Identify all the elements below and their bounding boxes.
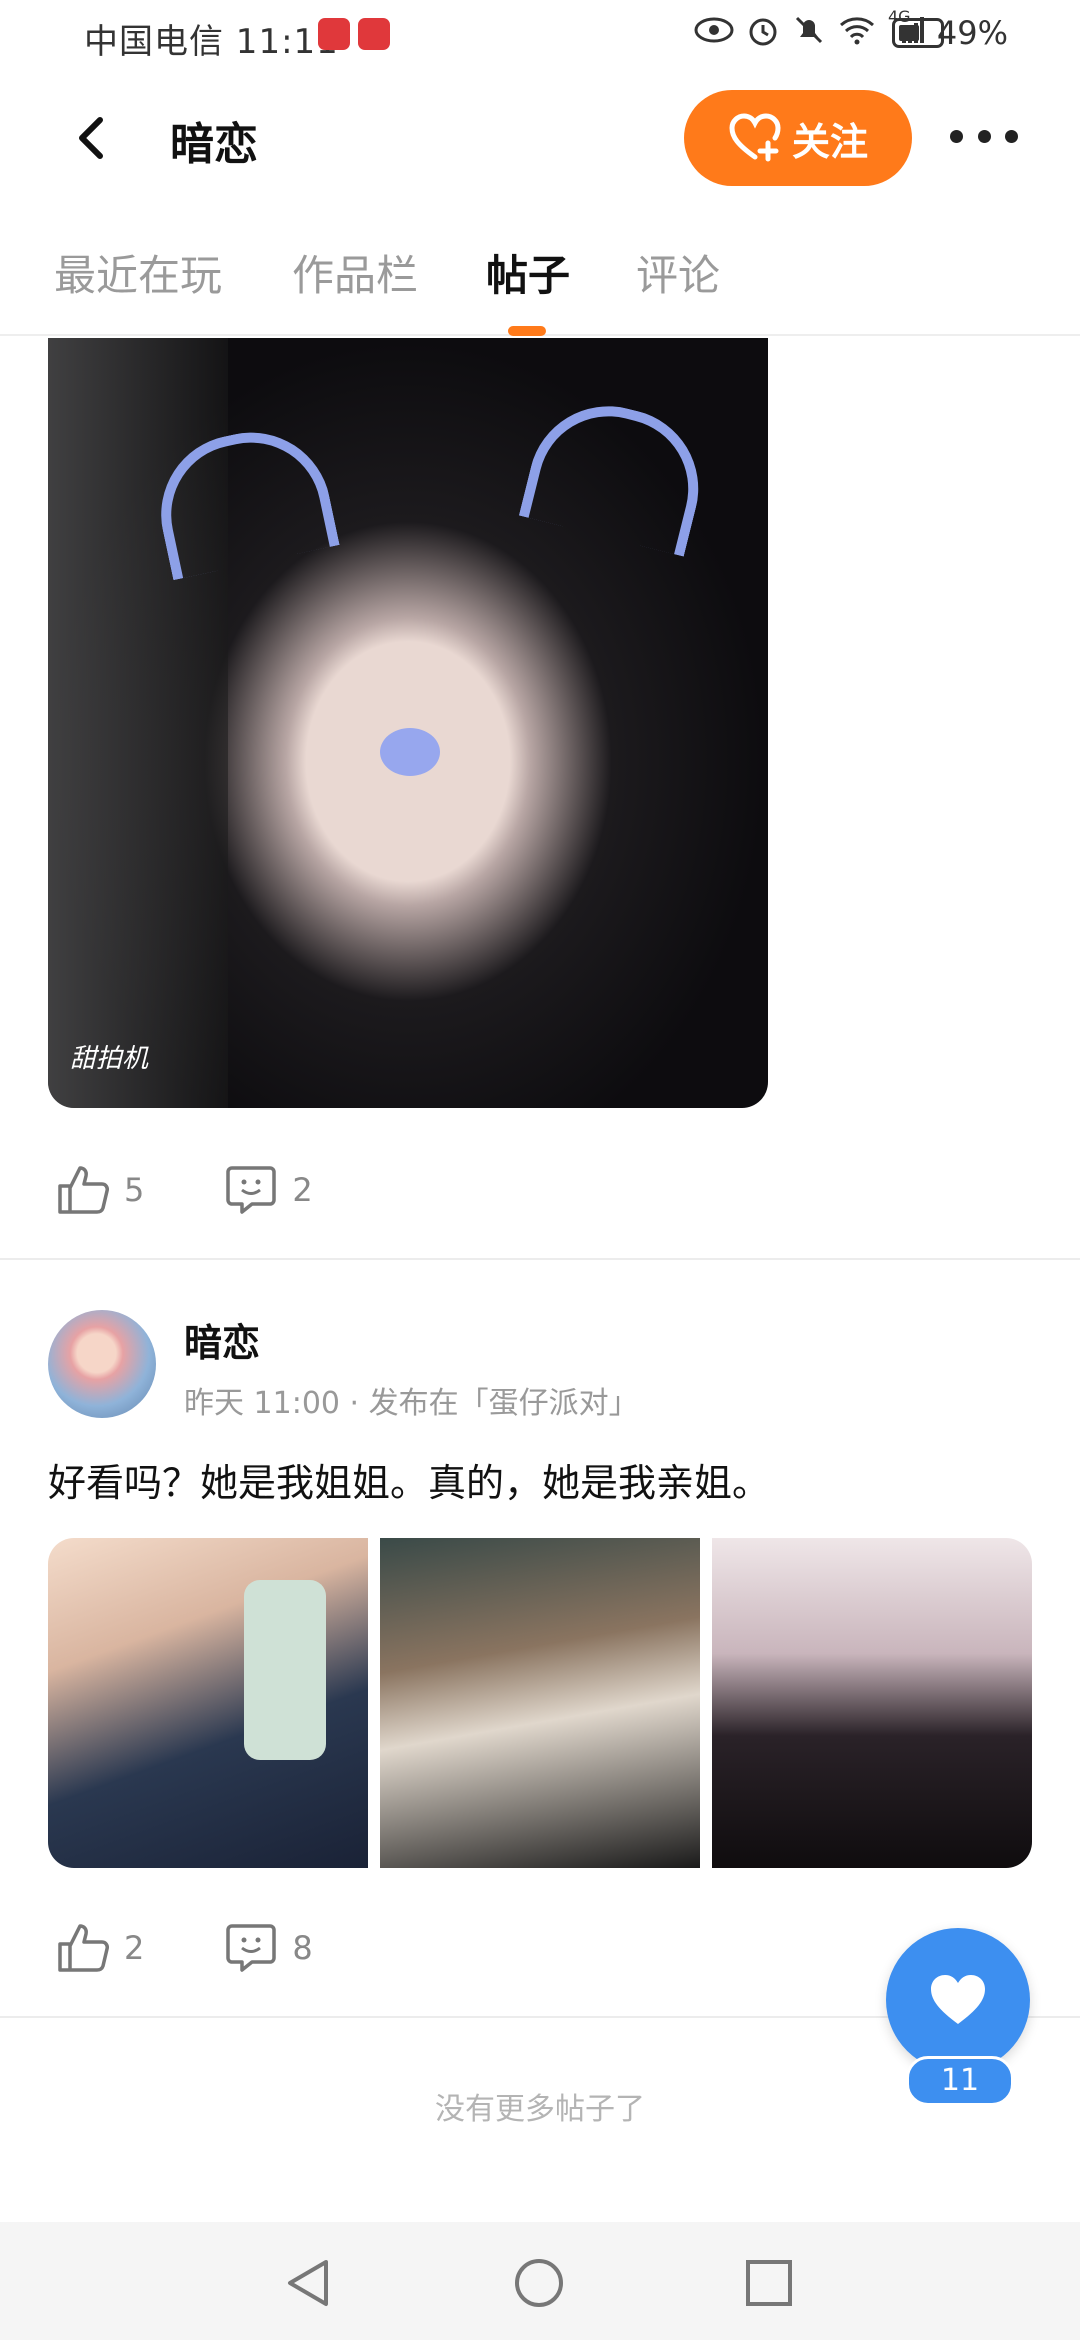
mute-icon xyxy=(792,13,826,55)
comment-icon xyxy=(226,1924,277,1972)
tab-posts[interactable]: 帖子 xyxy=(486,242,570,303)
divider xyxy=(0,1258,1080,1260)
floating-like-button[interactable] xyxy=(886,1928,1030,2072)
comment-count: 2 xyxy=(292,1171,313,1209)
like-button[interactable]: 2 xyxy=(56,1922,144,1974)
page-title: 暗恋 xyxy=(170,119,258,170)
cat-ear-sticker xyxy=(518,389,716,557)
avatar[interactable] xyxy=(48,1310,156,1418)
comment-icon xyxy=(226,1166,277,1214)
dot xyxy=(950,129,963,143)
status-bar: 中国电信 11:11 4G 49% xyxy=(0,0,1080,78)
post-image[interactable] xyxy=(48,1538,368,1868)
header: 暗恋 关注 xyxy=(0,78,1080,198)
like-count: 2 xyxy=(124,1929,145,1967)
post-image[interactable]: 甜拍机 xyxy=(48,338,768,1108)
system-nav-bar xyxy=(0,2222,1080,2340)
heart-icon xyxy=(931,1975,985,2024)
alarm-icon xyxy=(746,13,780,55)
tab-works[interactable]: 作品栏 xyxy=(292,242,418,303)
tab-bar: 最近在玩 作品栏 帖子 评论 xyxy=(0,198,1080,336)
nav-back-icon xyxy=(288,2260,328,2306)
battery-percent: 49% xyxy=(936,14,1008,52)
wifi-icon xyxy=(838,15,876,53)
notification-icon xyxy=(318,18,350,50)
author-name[interactable]: 暗恋 xyxy=(184,1312,260,1367)
tab-recent[interactable]: 最近在玩 xyxy=(54,242,222,303)
tab-comments[interactable]: 评论 xyxy=(636,242,720,303)
post1-actions: 5 2 xyxy=(56,1160,313,1220)
nav-back-button[interactable] xyxy=(282,2256,336,2310)
heart-plus-icon xyxy=(729,113,781,162)
like-button[interactable]: 5 xyxy=(56,1164,144,1216)
back-icon xyxy=(79,117,103,159)
follow-button[interactable]: 关注 xyxy=(684,90,912,186)
post-meta: 昨天 11:00 · 发布在「蛋仔派对」 xyxy=(184,1386,639,1421)
post-image[interactable] xyxy=(380,1538,700,1868)
cat-nose-sticker xyxy=(380,728,440,776)
floating-like-count: 11 xyxy=(906,2056,1014,2106)
dot xyxy=(977,129,991,143)
more-button[interactable] xyxy=(950,114,1018,158)
dot xyxy=(1005,129,1018,143)
carrier-time: 中国电信 11:11 xyxy=(84,22,339,62)
follow-label: 关注 xyxy=(791,119,868,164)
nav-home-button[interactable] xyxy=(512,2256,566,2310)
comment-count: 8 xyxy=(292,1929,313,1967)
post-text[interactable]: 好看吗？她是我姐姐。真的，她是我亲姐。 xyxy=(48,1452,770,1507)
eye-icon xyxy=(694,16,734,52)
thumb-up-icon xyxy=(58,1166,109,1214)
thumb-up-icon xyxy=(58,1924,109,1972)
post-image[interactable] xyxy=(712,1538,1032,1868)
nav-home-icon xyxy=(515,2259,563,2307)
comment-button[interactable]: 8 xyxy=(224,1922,313,1974)
watermark: 甜拍机 xyxy=(70,1044,149,1074)
image-grid xyxy=(48,1538,1032,1868)
nav-recents-button[interactable] xyxy=(742,2256,796,2310)
comment-button[interactable]: 2 xyxy=(224,1164,313,1216)
post2-actions: 2 8 xyxy=(56,1918,313,1978)
back-button[interactable] xyxy=(66,110,122,166)
nav-recents-icon xyxy=(746,2260,792,2306)
active-tab-indicator xyxy=(508,326,546,336)
like-count: 5 xyxy=(124,1171,145,1209)
phone-in-photo xyxy=(244,1580,326,1760)
notification-icon xyxy=(358,18,390,50)
